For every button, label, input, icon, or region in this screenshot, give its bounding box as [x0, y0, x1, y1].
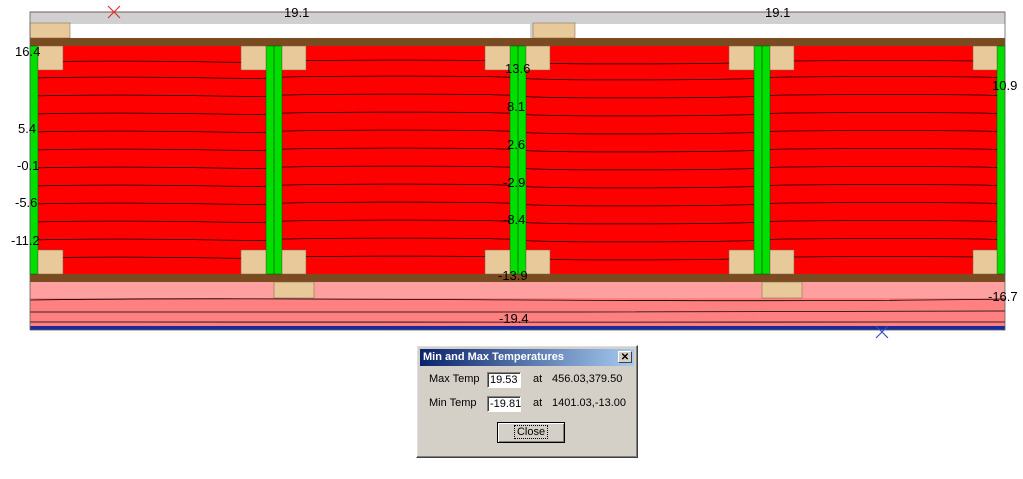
top-gap: [575, 24, 1005, 38]
stud-block: [240, 249, 267, 275]
right-label: 10.9: [992, 78, 1018, 93]
left-label: 5.4: [18, 121, 37, 136]
stud-block: [972, 249, 998, 275]
max-temp-label: Max Temp: [429, 373, 480, 385]
min-max-dialog: Min and Max Temperatures ✕ Max Temp 19.5…: [416, 345, 638, 458]
top-block: [532, 22, 576, 39]
close-button[interactable]: Close: [497, 422, 565, 443]
center-label: -13.9: [498, 268, 528, 283]
min-at-label: at: [533, 397, 543, 409]
right-label: -16.7: [988, 289, 1018, 304]
max-temp-coords: 456.03,379.50: [552, 373, 623, 385]
stud-block: [769, 45, 795, 71]
max-at-label: at: [533, 373, 543, 385]
stud-block: [37, 249, 64, 275]
top-label: 19.1: [765, 5, 791, 20]
left-label: -5.6: [15, 195, 38, 210]
dialog-title: Min and Max Temperatures: [423, 351, 564, 363]
stud-block: [281, 249, 307, 275]
stud-block: [769, 249, 795, 275]
stud-block: [525, 249, 551, 275]
left-label: -0.1: [17, 158, 40, 173]
stud-block: [728, 45, 755, 71]
stud-block: [728, 249, 755, 275]
left-label: 16.4: [15, 44, 41, 59]
center-label: -8.4: [503, 212, 526, 227]
min-temp-label: Min Temp: [429, 397, 477, 409]
close-button-label: Close: [513, 425, 549, 439]
center-label: 13.6: [505, 61, 531, 76]
stud-block: [37, 45, 64, 71]
min-temp-coords: 1401.03,-13.00: [552, 397, 627, 409]
top-gap: [70, 24, 530, 38]
left-label: -11.2: [11, 233, 40, 248]
max-temp-field[interactable]: 19.53: [487, 372, 521, 388]
outer-layer-upper: [30, 282, 1005, 298]
center-label: -2.9: [503, 175, 526, 190]
min-temp-field[interactable]: -19.81: [487, 396, 521, 412]
stud-block: [240, 45, 267, 71]
stud-block: [972, 45, 998, 71]
bottom-block: [761, 281, 803, 299]
top-sheathing: [30, 38, 1005, 46]
bottom-block: [273, 281, 315, 299]
top-label: 19.1: [284, 5, 310, 20]
top-block: [29, 22, 71, 39]
close-icon[interactable]: ✕: [618, 351, 632, 363]
bottom-label: -19.4: [499, 311, 529, 326]
center-label: 8.1: [507, 99, 526, 114]
bottom-edge: [30, 326, 1005, 330]
dialog-title-bar: Min and Max Temperatures ✕: [420, 349, 634, 366]
center-label: 2.6: [507, 137, 526, 152]
stud-block: [281, 45, 307, 71]
